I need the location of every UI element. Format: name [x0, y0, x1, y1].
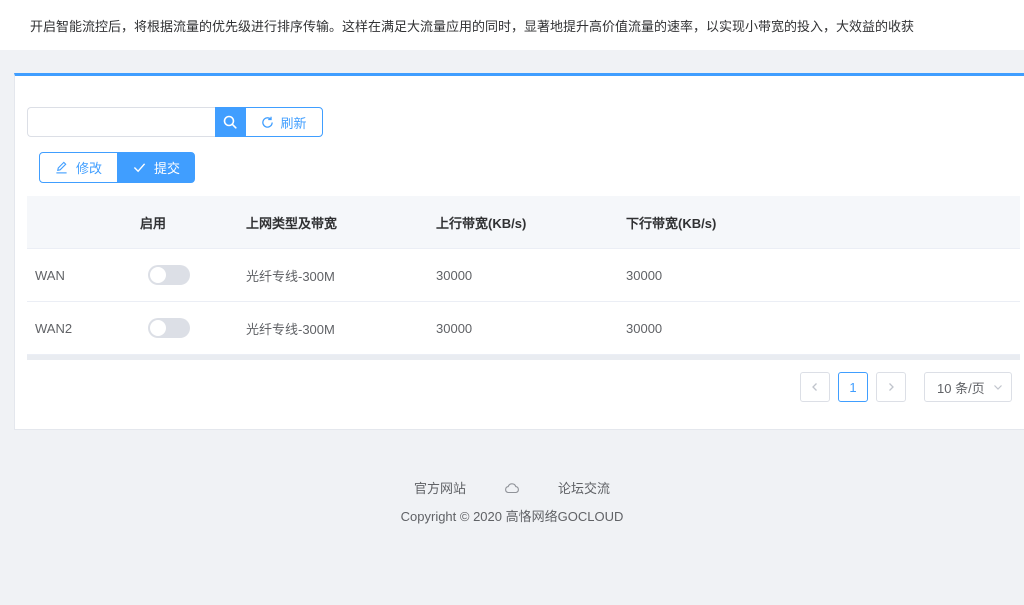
refresh-label: 刷新: [280, 115, 307, 131]
refresh-button[interactable]: 刷新: [245, 107, 323, 137]
page-size-label: 10 条/页: [937, 380, 985, 396]
edit-icon: [56, 161, 67, 174]
cell-type: 光纤专线-300M: [246, 268, 335, 284]
page-size-select[interactable]: 10 条/页: [924, 372, 1012, 402]
footer-links: 官方网站 论坛交流: [0, 478, 1024, 497]
table-row: WAN 光纤专线-300M 30000 30000: [27, 249, 1020, 302]
header-type: 上网类型及带宽: [246, 215, 338, 231]
search-icon: [223, 115, 237, 129]
cell-name: WAN2: [35, 320, 73, 336]
prev-page-button[interactable]: [800, 372, 830, 402]
edit-button[interactable]: 修改: [39, 152, 118, 183]
forum-link[interactable]: 论坛交流: [558, 478, 610, 497]
search-input[interactable]: [27, 107, 215, 137]
flow-control-panel: 刷新 修改 提交 启用 上网类型及带宽 上行带宽(KB/s) 下行带宽(KB/s…: [14, 73, 1024, 430]
header-enabled: 启用: [140, 215, 167, 231]
copyright: Copyright © 2020 高恪网络GOCLOUD: [400, 509, 624, 524]
next-page-button[interactable]: [876, 372, 906, 402]
table-scrollbar[interactable]: [27, 355, 1020, 360]
cell-name: WAN: [35, 267, 65, 283]
page-number[interactable]: 1: [838, 372, 868, 402]
notice-banner: 开启智能流控后，将根据流量的优先级进行排序传输。这样在满足大流量应用的同时，显著…: [0, 0, 1024, 50]
cell-enabled: [140, 265, 246, 285]
cell-upload: 30000: [436, 267, 473, 283]
cell-type: 光纤专线-300M: [246, 321, 335, 337]
check-icon: [133, 163, 146, 173]
enable-toggle[interactable]: [148, 265, 190, 285]
submit-button[interactable]: 提交: [118, 152, 195, 183]
enable-toggle[interactable]: [148, 318, 190, 338]
cell-download: 30000: [626, 320, 663, 336]
notice-text: 开启智能流控后，将根据流量的优先级进行排序传输。这样在满足大流量应用的同时，显著…: [30, 18, 915, 34]
refresh-icon: [262, 116, 274, 128]
search-group: 刷新: [27, 107, 323, 137]
official-site-link[interactable]: 官方网站: [414, 478, 466, 497]
cell-upload: 30000: [436, 320, 473, 336]
chevron-right-icon: [889, 383, 894, 391]
header-download: 下行带宽(KB/s): [626, 215, 717, 231]
table-header: 启用 上网类型及带宽 上行带宽(KB/s) 下行带宽(KB/s): [27, 196, 1020, 249]
cell-enabled: [140, 318, 246, 338]
chevron-down-icon: [994, 385, 1002, 390]
edit-label: 修改: [75, 161, 102, 176]
wan-table: 启用 上网类型及带宽 上行带宽(KB/s) 下行带宽(KB/s) WAN 光纤专…: [27, 196, 1020, 360]
header-upload: 上行带宽(KB/s): [436, 215, 527, 231]
table-row: WAN2 光纤专线-300M 30000 30000: [27, 302, 1020, 355]
cell-download: 30000: [626, 267, 663, 283]
action-group: 修改 提交: [39, 152, 195, 183]
pagination: 1 10 条/页: [800, 372, 1012, 402]
chevron-left-icon: [812, 383, 817, 391]
search-button[interactable]: [215, 107, 245, 137]
submit-label: 提交: [153, 161, 180, 176]
cloud-icon: [505, 482, 519, 493]
